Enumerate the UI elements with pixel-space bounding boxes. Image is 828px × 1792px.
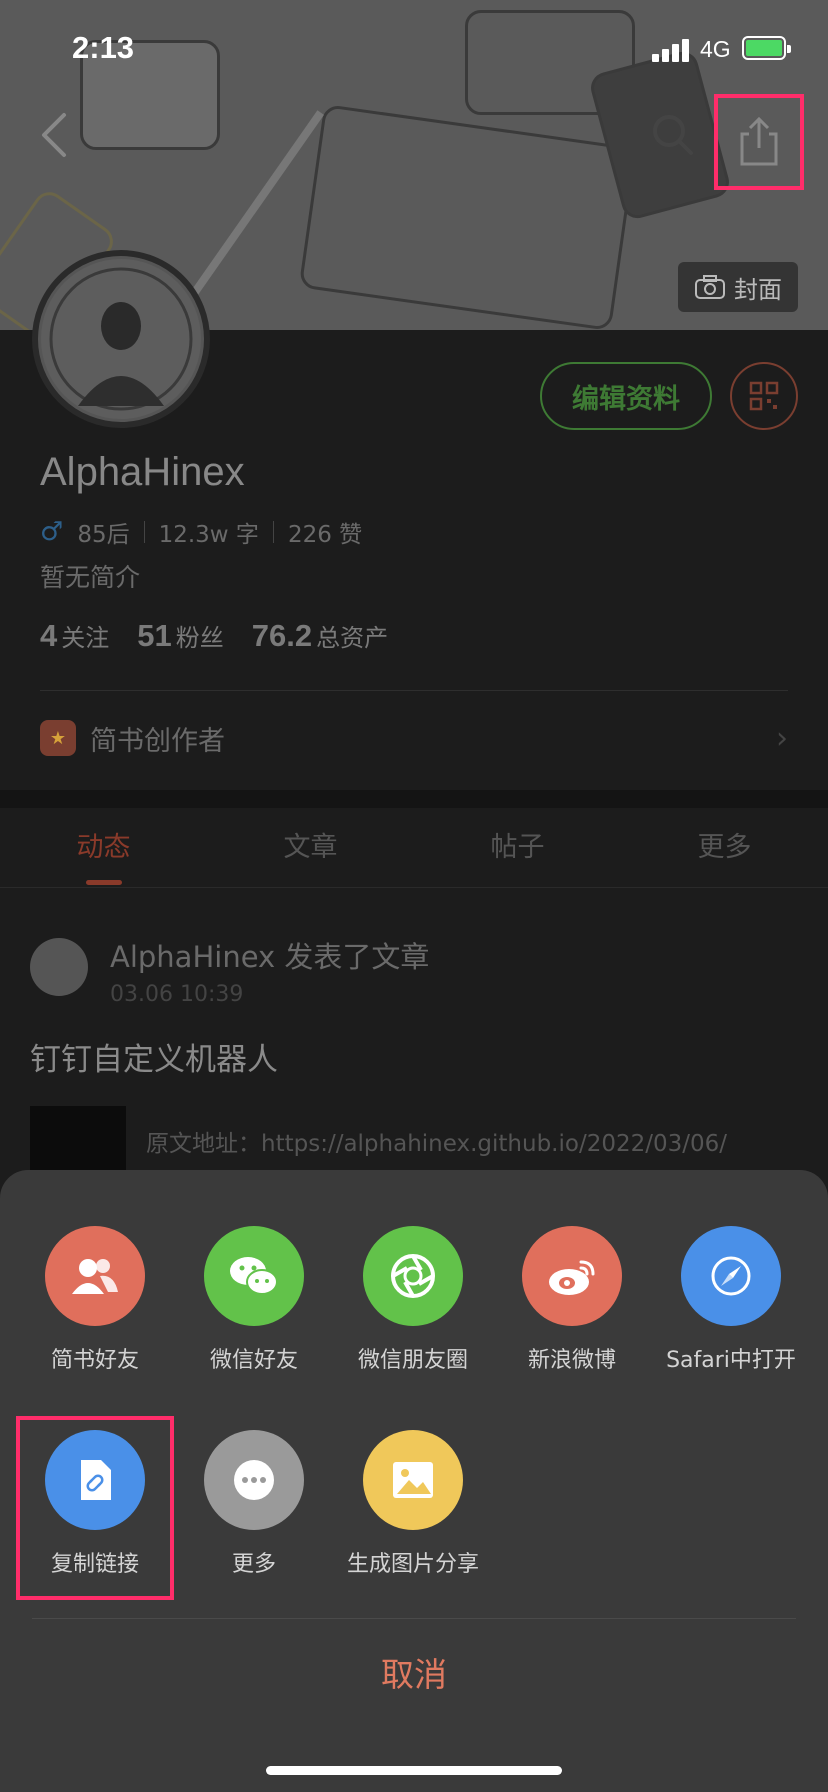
share-label: 生成图片分享 bbox=[346, 1552, 479, 1577]
share-generate-image[interactable]: 生成图片分享 bbox=[343, 1430, 483, 1578]
more-icon bbox=[204, 1430, 304, 1530]
share-jianshu-friends[interactable]: 简书好友 bbox=[25, 1226, 165, 1374]
weibo-icon bbox=[522, 1226, 622, 1326]
copy-link-highlight bbox=[16, 1416, 174, 1600]
image-icon bbox=[363, 1430, 463, 1530]
home-indicator[interactable] bbox=[266, 1766, 562, 1775]
share-label: 微信朋友圈 bbox=[357, 1348, 468, 1373]
share-label: 微信好友 bbox=[209, 1348, 298, 1373]
share-weibo[interactable]: 新浪微博 bbox=[502, 1226, 642, 1374]
share-open-safari[interactable]: Safari中打开 bbox=[661, 1226, 801, 1374]
share-label: 简书好友 bbox=[50, 1348, 139, 1373]
share-label: 新浪微博 bbox=[527, 1348, 616, 1373]
sheet-divider bbox=[32, 1618, 796, 1619]
cancel-button[interactable]: 取消 bbox=[0, 1640, 828, 1710]
moments-icon bbox=[363, 1226, 463, 1326]
compass-icon bbox=[681, 1226, 781, 1326]
share-more[interactable]: 更多 bbox=[184, 1430, 324, 1578]
wechat-icon bbox=[204, 1226, 304, 1326]
share-label: Safari中打开 bbox=[666, 1348, 796, 1373]
share-wechat-friends[interactable]: 微信好友 bbox=[184, 1226, 324, 1374]
share-wechat-moments[interactable]: 微信朋友圈 bbox=[343, 1226, 483, 1374]
users-icon bbox=[45, 1226, 145, 1326]
share-label: 更多 bbox=[231, 1552, 276, 1577]
